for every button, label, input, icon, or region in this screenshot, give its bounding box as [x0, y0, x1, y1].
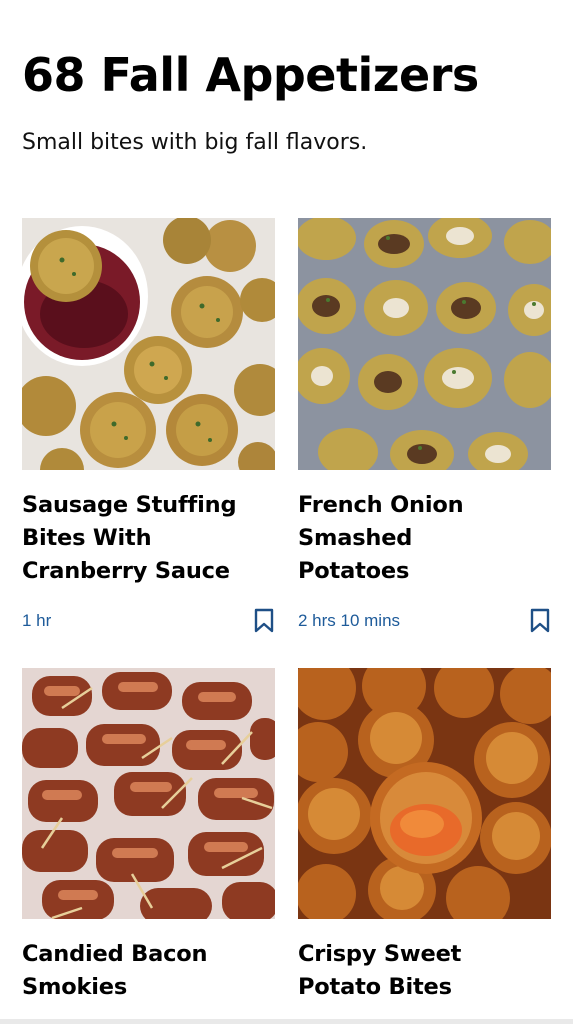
- recipe-title[interactable]: Sausage Stuffing Bites With Cranberry Sa…: [22, 489, 275, 588]
- recipe-title[interactable]: Crispy Sweet Potato Bites: [298, 938, 551, 1004]
- recipe-card-sausage-stuffing-bites[interactable]: Sausage Stuffing Bites With Cranberry Sa…: [22, 218, 275, 638]
- stuffing-bites-photo[interactable]: [22, 218, 275, 470]
- recipe-title[interactable]: Candied Bacon Smokies: [22, 938, 275, 1004]
- bottom-divider: [0, 1019, 573, 1024]
- page-subtitle: Small bites with big fall flavors.: [22, 130, 368, 155]
- page-title: 68 Fall Appetizers: [22, 48, 479, 102]
- page-header: 68 Fall Appetizers Small bites with big …: [22, 44, 562, 155]
- recipe-meta: 2 hrs 10 mins: [298, 608, 551, 634]
- bacon-smokies-photo[interactable]: [22, 668, 275, 919]
- recipe-card-french-onion-smashed-potatoes[interactable]: French Onion Smashed Potatoes 2 hrs 10 m…: [298, 218, 551, 638]
- smashed-potatoes-photo[interactable]: [298, 218, 551, 470]
- bookmark-icon[interactable]: [529, 608, 551, 634]
- recipe-title[interactable]: French Onion Smashed Potatoes: [298, 489, 551, 588]
- cook-time: 1 hr: [22, 611, 52, 630]
- bookmark-icon[interactable]: [253, 608, 275, 634]
- recipe-card-candied-bacon-smokies[interactable]: Candied Bacon Smokies: [22, 668, 275, 1008]
- recipe-meta: 1 hr: [22, 608, 275, 634]
- recipe-card-crispy-sweet-potato-bites[interactable]: Crispy Sweet Potato Bites: [298, 668, 551, 1008]
- sweet-potato-bites-photo[interactable]: [298, 668, 551, 919]
- cook-time: 2 hrs 10 mins: [298, 611, 401, 630]
